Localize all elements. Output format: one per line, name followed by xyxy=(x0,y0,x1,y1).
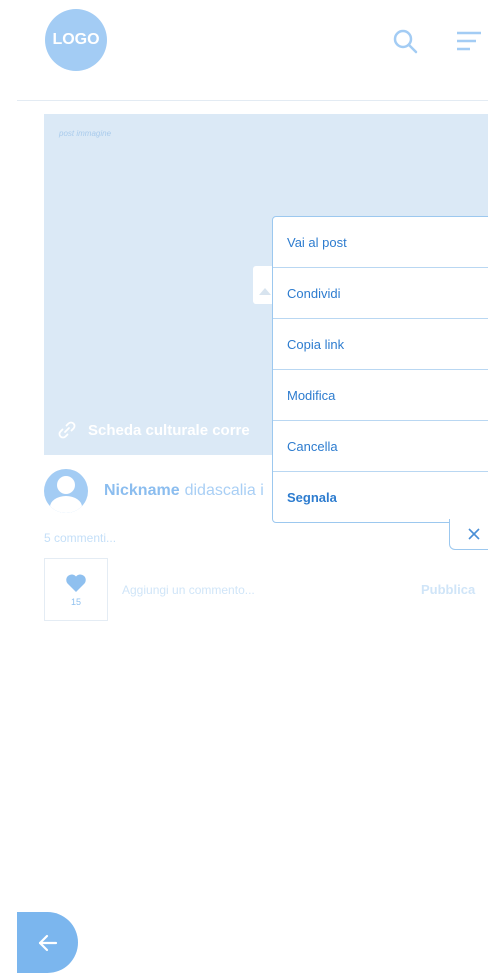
context-menu: Vai al post Condividi Copia link Modific… xyxy=(272,216,488,523)
like-count: 15 xyxy=(70,596,81,607)
author-nickname[interactable]: Nickname xyxy=(104,482,180,500)
search-icon[interactable] xyxy=(393,29,419,55)
like-button[interactable]: 15 xyxy=(44,558,108,621)
avatar[interactable] xyxy=(44,469,88,513)
close-menu-button[interactable] xyxy=(449,519,488,550)
heart-icon xyxy=(66,573,86,592)
hamburger-menu-icon[interactable] xyxy=(456,29,482,55)
header-divider xyxy=(17,100,488,101)
close-icon xyxy=(468,528,480,540)
culture-card-link[interactable]: Scheda culturale corre xyxy=(58,421,250,439)
logo[interactable]: LOGO xyxy=(45,9,107,71)
arrow-left-icon xyxy=(38,934,57,951)
post-caption: didascalia i xyxy=(184,482,264,499)
comment-input[interactable]: Aggiungi un commento... xyxy=(122,583,255,597)
menu-item-share[interactable]: Condividi xyxy=(273,268,488,319)
menu-item-delete[interactable]: Cancella xyxy=(273,421,488,472)
comments-count[interactable]: 5 commenti... xyxy=(44,531,116,545)
culture-card-label: Scheda culturale corre xyxy=(88,421,250,439)
menu-item-report[interactable]: Segnala xyxy=(273,472,488,522)
link-icon xyxy=(58,421,76,439)
caret-up-icon xyxy=(259,288,271,295)
menu-item-copy-link[interactable]: Copia link xyxy=(273,319,488,370)
publish-button[interactable]: Pubblica xyxy=(421,582,475,597)
menu-item-go-to-post[interactable]: Vai al post xyxy=(273,217,488,268)
author-row: Nickname didascalia i xyxy=(44,469,264,513)
back-button[interactable] xyxy=(17,912,78,973)
menu-item-edit[interactable]: Modifica xyxy=(273,370,488,421)
post-image-label: post immagine xyxy=(59,129,112,138)
popup-tab xyxy=(253,266,273,304)
